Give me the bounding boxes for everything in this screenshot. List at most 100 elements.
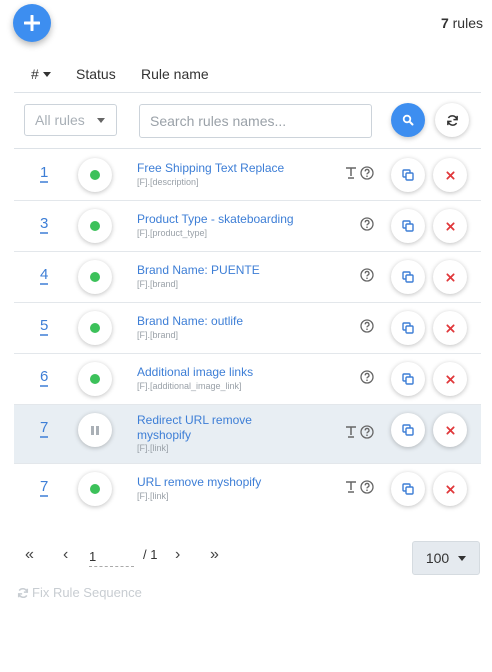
rule-field: [F].[description]: [137, 177, 199, 187]
rules-filter-select[interactable]: All rules: [24, 104, 117, 136]
table-row: 4 Brand Name: PUENTE [F].[brand]: [14, 252, 481, 303]
copy-button[interactable]: [391, 311, 425, 345]
status-toggle[interactable]: [78, 260, 112, 294]
rule-number-link[interactable]: 7: [40, 419, 48, 436]
delete-button[interactable]: [433, 260, 467, 294]
rule-field: [F].[brand]: [137, 279, 179, 289]
table-row: 5 Brand Name: outlife [F].[brand]: [14, 303, 481, 354]
table-row: 3 Product Type - skateboarding [F].[prod…: [14, 201, 481, 252]
copy-button[interactable]: [391, 413, 425, 447]
per-page-select[interactable]: 100: [412, 541, 480, 575]
copy-button[interactable]: [391, 362, 425, 396]
rule-name-link[interactable]: Redirect URL remove myshopify: [137, 413, 267, 443]
status-toggle[interactable]: [78, 209, 112, 243]
prev-page-icon[interactable]: ‹: [63, 546, 68, 564]
col-number-label: #: [31, 66, 39, 82]
plus-icon: [24, 15, 40, 31]
filter-divider: [14, 148, 481, 149]
table-row: 1 Free Shipping Text Replace [F].[descri…: [14, 150, 481, 201]
table-row-highlighted: 7 Redirect URL remove myshopify [F].[lin…: [14, 405, 481, 464]
refresh-button[interactable]: [435, 103, 469, 137]
rules-count: 7 rules: [441, 15, 483, 31]
rules-count-label: rules: [452, 15, 483, 31]
status-toggle[interactable]: [78, 158, 112, 192]
active-dot-icon: [90, 484, 100, 494]
close-icon: [445, 484, 455, 494]
copy-icon: [402, 483, 414, 495]
active-dot-icon: [90, 272, 100, 282]
last-page-icon[interactable]: »: [210, 546, 219, 564]
fix-rule-sequence-button[interactable]: Fix Rule Sequence: [17, 585, 142, 600]
text-transform-icon: [346, 481, 356, 493]
table-row: 6 Additional image links [F].[additional…: [14, 354, 481, 405]
refresh-icon: [446, 114, 458, 126]
text-transform-icon: [346, 167, 356, 179]
close-icon: [445, 221, 455, 231]
col-name-label: Rule name: [141, 66, 209, 82]
rule-number-link[interactable]: 6: [40, 368, 48, 385]
col-status-label: Status: [76, 66, 116, 82]
rule-number-link[interactable]: 4: [40, 266, 48, 283]
active-dot-icon: [90, 323, 100, 333]
active-dot-icon: [90, 170, 100, 180]
sort-by-number[interactable]: #: [31, 66, 51, 82]
copy-button[interactable]: [391, 158, 425, 192]
table-row: 7 URL remove myshopify [F].[link]: [14, 464, 481, 514]
rules-filter-value: All rules: [35, 112, 85, 128]
close-icon: [445, 425, 455, 435]
rules-count-number: 7: [440, 15, 449, 31]
help-icon: [360, 370, 374, 384]
delete-button[interactable]: [433, 362, 467, 396]
per-page-value: 100: [425, 550, 450, 566]
delete-button[interactable]: [433, 311, 467, 345]
delete-button[interactable]: [433, 158, 467, 192]
search-input[interactable]: [139, 104, 372, 138]
copy-button[interactable]: [391, 472, 425, 506]
search-button[interactable]: [391, 103, 425, 137]
active-dot-icon: [90, 374, 100, 384]
rule-name-link[interactable]: Brand Name: PUENTE: [137, 263, 297, 278]
help-icon: [360, 217, 374, 231]
rule-number-link[interactable]: 1: [40, 164, 48, 181]
rule-field: [F].[link]: [137, 443, 169, 453]
rule-field: [F].[additional_image_link]: [137, 381, 242, 391]
search-icon: [402, 114, 414, 126]
delete-button[interactable]: [433, 209, 467, 243]
rule-name-link[interactable]: Brand Name: outlife: [137, 314, 297, 329]
rule-name-link[interactable]: Product Type - skateboarding: [137, 212, 317, 227]
status-toggle[interactable]: [78, 311, 112, 345]
delete-button[interactable]: [433, 413, 467, 447]
status-toggle[interactable]: [78, 362, 112, 396]
help-icon: [360, 319, 374, 333]
help-icon: [360, 166, 374, 180]
rule-number-link[interactable]: 5: [40, 317, 48, 334]
status-toggle[interactable]: [78, 472, 112, 506]
close-icon: [445, 170, 455, 180]
rule-number-link[interactable]: 3: [40, 215, 48, 232]
status-toggle[interactable]: [78, 413, 112, 447]
rule-field: [F].[product_type]: [137, 228, 208, 238]
rule-name-link[interactable]: URL remove myshopify: [137, 475, 297, 490]
rule-number-link[interactable]: 7: [40, 478, 48, 495]
rule-name-link[interactable]: Additional image links: [137, 365, 297, 380]
close-icon: [445, 323, 455, 333]
rule-name-link[interactable]: Free Shipping Text Replace: [137, 161, 297, 176]
copy-button[interactable]: [391, 260, 425, 294]
help-icon: [360, 480, 374, 494]
first-page-icon[interactable]: «: [25, 546, 34, 564]
fix-rule-sequence-label: Fix Rule Sequence: [32, 585, 142, 600]
total-pages: / 1: [143, 547, 158, 562]
delete-button[interactable]: [433, 472, 467, 506]
copy-icon: [402, 424, 414, 436]
pause-icon: [91, 425, 99, 435]
copy-icon: [402, 322, 414, 334]
close-icon: [445, 272, 455, 282]
rule-field: [F].[link]: [137, 491, 169, 501]
add-rule-button[interactable]: [13, 4, 51, 42]
copy-button[interactable]: [391, 209, 425, 243]
page-number-input[interactable]: [89, 546, 134, 567]
next-page-icon[interactable]: ›: [175, 546, 180, 564]
close-icon: [445, 374, 455, 384]
sort-down-icon: [42, 71, 51, 77]
copy-icon: [402, 373, 414, 385]
